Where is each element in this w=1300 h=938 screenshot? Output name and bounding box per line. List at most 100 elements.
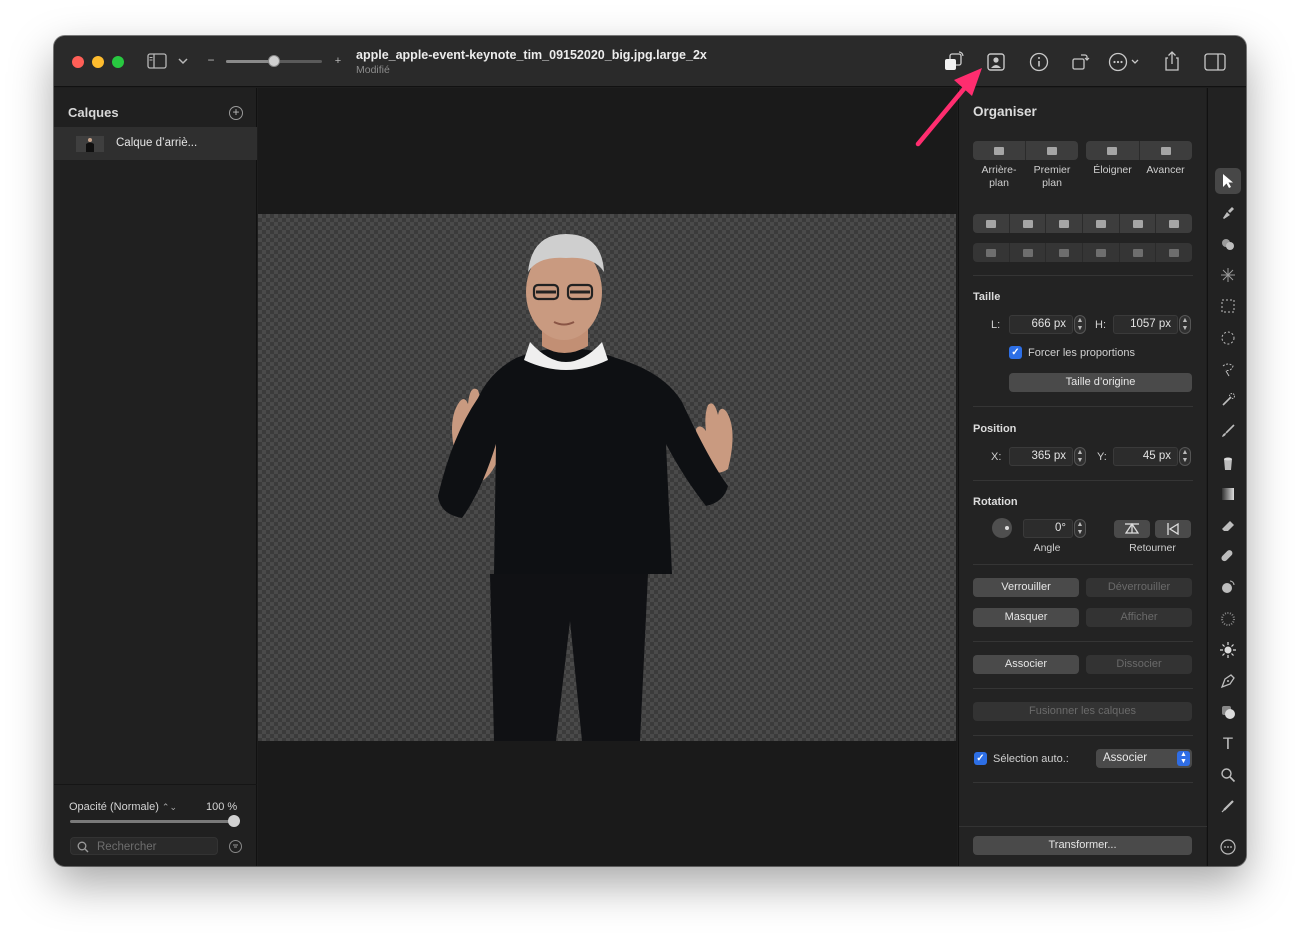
- opacity-slider[interactable]: [70, 820, 234, 823]
- sharpen-tool-icon[interactable]: [1215, 574, 1241, 600]
- bring-forward-button[interactable]: [1140, 141, 1193, 160]
- angle-stepper[interactable]: ▲ ▼: [1074, 519, 1086, 538]
- layer-row[interactable]: Calque d’arriè...: [54, 127, 257, 160]
- align-left-button[interactable]: [1083, 214, 1120, 233]
- width-stepper[interactable]: ▲ ▼: [1074, 315, 1086, 334]
- minimize-window-button[interactable]: [92, 56, 104, 68]
- show-button[interactable]: Afficher: [1086, 608, 1192, 627]
- angle-field[interactable]: 0°: [1023, 519, 1073, 538]
- zoom-out-button[interactable]: −: [205, 51, 217, 69]
- height-field[interactable]: 1057 px: [1113, 315, 1178, 334]
- bring-to-front-button[interactable]: [1026, 141, 1078, 160]
- magic-tool-icon[interactable]: [1215, 262, 1241, 288]
- layer-thumbnail: [76, 136, 104, 152]
- width-field[interactable]: 666 px: [1009, 315, 1073, 334]
- y-field[interactable]: 45 px: [1113, 447, 1178, 466]
- distribute-icon: [1095, 248, 1106, 257]
- transparent-canvas[interactable]: [258, 214, 956, 741]
- canvas-area[interactable]: [258, 88, 957, 866]
- unlock-button[interactable]: Déverrouiller: [1086, 578, 1192, 597]
- align-middle-button[interactable]: [1010, 214, 1047, 233]
- paint-bucket-icon[interactable]: [1215, 450, 1241, 476]
- layer-stack-icon: [994, 146, 1004, 155]
- bring-forward-label: Avancer: [1146, 164, 1185, 176]
- blur-tool-icon[interactable]: [1215, 606, 1241, 632]
- distribute-right-button[interactable]: [1156, 243, 1192, 262]
- paintbrush-icon[interactable]: [1215, 418, 1241, 444]
- zoom-slider-fill: [226, 60, 274, 63]
- retouch-tool-icon[interactable]: [1215, 543, 1241, 569]
- align-right-button[interactable]: [1156, 214, 1192, 233]
- sidebar-toggle-icon[interactable]: [146, 52, 168, 70]
- x-stepper[interactable]: ▲ ▼: [1074, 447, 1086, 466]
- shape-tool-icon[interactable]: [1215, 699, 1241, 725]
- x-field[interactable]: 365 px: [1009, 447, 1073, 466]
- pen-tool-icon[interactable]: [1215, 668, 1241, 694]
- group-button[interactable]: Associer: [973, 655, 1079, 674]
- bring-to-front-label: Premier plan: [1033, 164, 1071, 189]
- rectangle-selection-icon[interactable]: [1215, 293, 1241, 319]
- rotate-icon[interactable]: [1068, 50, 1092, 74]
- width-label: L:: [991, 319, 1001, 331]
- info-icon[interactable]: [1027, 50, 1051, 74]
- blend-mode-selector[interactable]: Opacité (Normale) ⌃⌄: [69, 801, 177, 813]
- ellipse-selection-icon[interactable]: [1215, 325, 1241, 351]
- add-layer-button[interactable]: +: [229, 106, 243, 120]
- clone-tool-icon[interactable]: [1215, 231, 1241, 257]
- magic-wand-icon[interactable]: [1215, 387, 1241, 413]
- zoom-slider[interactable]: [226, 55, 322, 67]
- merge-layers-button[interactable]: Fusionner les calques: [973, 702, 1192, 721]
- layer-search-input[interactable]: Rechercher: [70, 837, 218, 855]
- send-to-back-label: Arrière- plan: [981, 164, 1017, 189]
- text-tool-icon[interactable]: T: [1215, 731, 1241, 757]
- align-center-button[interactable]: [1120, 214, 1157, 233]
- zoom-slider-thumb[interactable]: [268, 55, 280, 67]
- transform-button[interactable]: Transformer...: [973, 836, 1192, 855]
- distribute-middle-button[interactable]: [1010, 243, 1047, 262]
- lasso-tool-icon[interactable]: [1215, 356, 1241, 382]
- keep-proportions-checkbox[interactable]: ✓: [1009, 346, 1022, 359]
- rotation-dial[interactable]: [992, 518, 1012, 538]
- auto-select-checkbox[interactable]: ✓: [974, 752, 987, 765]
- send-backward-button[interactable]: [1086, 141, 1140, 160]
- close-window-button[interactable]: [72, 56, 84, 68]
- gradient-tool-icon[interactable]: [1215, 481, 1241, 507]
- more-options-icon[interactable]: [1107, 50, 1141, 74]
- filter-icon[interactable]: [229, 840, 242, 853]
- arrow-select-icon[interactable]: [1215, 168, 1241, 194]
- color-picker-icon[interactable]: [1215, 793, 1241, 819]
- distribute-icon: [1022, 248, 1033, 257]
- height-stepper[interactable]: ▲ ▼: [1179, 315, 1191, 334]
- inspector-toggle-icon[interactable]: [1202, 50, 1228, 74]
- zoom-in-button[interactable]: +: [332, 52, 344, 70]
- distribute-bottom-button[interactable]: [1046, 243, 1084, 262]
- opacity-slider-thumb[interactable]: [228, 815, 240, 827]
- zoom-window-button[interactable]: [112, 56, 124, 68]
- distribute-top-button[interactable]: [973, 243, 1010, 262]
- auto-select-dropdown[interactable]: Associer ▲ ▼: [1096, 749, 1192, 768]
- ungroup-button[interactable]: Dissocier: [1086, 655, 1192, 674]
- y-stepper[interactable]: ▲ ▼: [1179, 447, 1191, 466]
- original-size-button[interactable]: Taille d’origine: [1009, 373, 1192, 392]
- order-step-group: [1086, 141, 1192, 160]
- divider: [973, 480, 1193, 481]
- hide-button[interactable]: Masquer: [973, 608, 1079, 627]
- layers-panel: Calques + Calque d’arriè... Opacité (Nor…: [54, 88, 257, 866]
- person-cutout-image[interactable]: [258, 214, 956, 741]
- align-top-button[interactable]: [973, 214, 1010, 233]
- brush-tool-icon[interactable]: [1215, 200, 1241, 226]
- align-bottom-button[interactable]: [1046, 214, 1084, 233]
- share-icon[interactable]: [1160, 49, 1184, 73]
- distribute-center-button[interactable]: [1120, 243, 1157, 262]
- chevron-down-icon[interactable]: [176, 54, 190, 68]
- divider: [973, 641, 1193, 642]
- eraser-icon[interactable]: [1215, 512, 1241, 538]
- zoom-tool-icon[interactable]: [1215, 762, 1241, 788]
- flip-horizontal-button[interactable]: [1114, 520, 1150, 538]
- flip-vertical-button[interactable]: [1155, 520, 1191, 538]
- divider: [973, 782, 1193, 783]
- lock-button[interactable]: Verrouiller: [973, 578, 1079, 597]
- light-tool-icon[interactable]: [1215, 637, 1241, 663]
- more-tools-icon[interactable]: [1215, 834, 1241, 860]
- distribute-left-button[interactable]: [1083, 243, 1120, 262]
